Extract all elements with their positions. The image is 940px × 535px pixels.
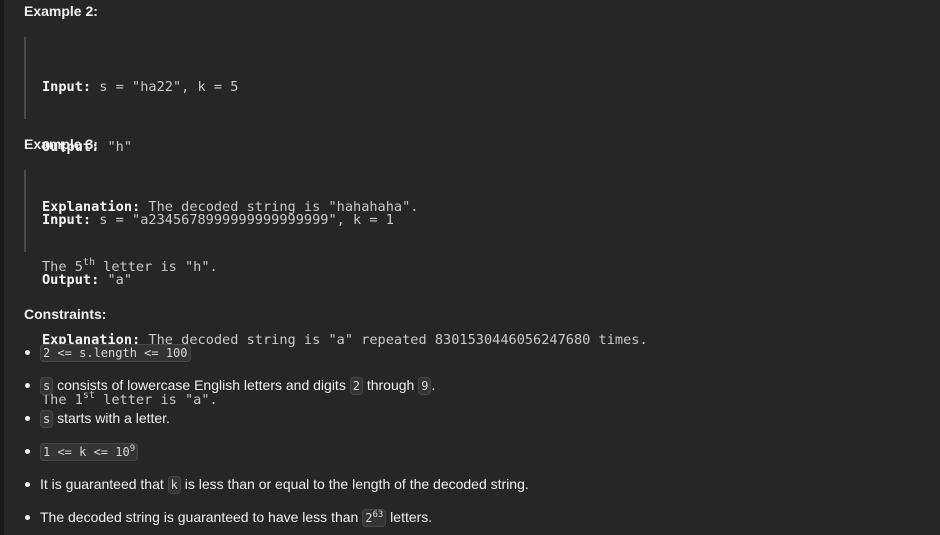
constraint-text: consists of lowercase English letters an… bbox=[53, 377, 350, 393]
constraint-text: starts with a letter. bbox=[53, 410, 170, 426]
constraints-heading: Constraints: bbox=[24, 306, 107, 322]
input-label: Input: bbox=[42, 79, 92, 95]
code-text: 1 <= k <= 10 bbox=[43, 445, 130, 459]
bullet-icon bbox=[25, 350, 30, 355]
constraint-text: The decoded string is guaranteed to have… bbox=[40, 509, 363, 525]
inline-code: 2 <= s.length <= 100 bbox=[40, 344, 191, 362]
left-divider bbox=[0, 0, 4, 535]
constraint-item: s consists of lowercase English letters … bbox=[24, 373, 529, 406]
input-label: Input: bbox=[42, 212, 92, 228]
output-label: Output: bbox=[42, 272, 100, 288]
constraint-text: is less than or equal to the length of t… bbox=[180, 476, 529, 492]
example-3-heading: Example 3: bbox=[24, 136, 98, 152]
inline-code: 1 <= k <= 109 bbox=[40, 443, 139, 461]
output-value: "h" bbox=[99, 139, 133, 155]
example-2-heading: Example 2: bbox=[24, 3, 98, 19]
constraint-text: through bbox=[362, 377, 419, 393]
inline-code: k bbox=[167, 476, 181, 494]
bullet-icon bbox=[25, 416, 30, 421]
input-value: s = "ha22", k = 5 bbox=[91, 79, 239, 95]
constraint-item: 2 <= s.length <= 100 bbox=[24, 340, 529, 373]
exponent: 63 bbox=[372, 510, 384, 520]
constraint-item: The decoded string is guaranteed to have… bbox=[24, 505, 529, 535]
bullet-icon bbox=[25, 383, 30, 388]
constraints-list: 2 <= s.length <= 100 s consists of lower… bbox=[24, 340, 529, 535]
constraint-item: It is guaranteed that k is less than or … bbox=[24, 472, 529, 505]
constraint-text: . bbox=[431, 377, 436, 393]
inline-code: 2 bbox=[349, 377, 363, 395]
input-value: s = "a2345678999999999999999", k = 1 bbox=[91, 212, 394, 228]
constraint-item: s starts with a letter. bbox=[24, 406, 529, 439]
constraint-item: 1 <= k <= 109 bbox=[24, 439, 529, 472]
constraint-text: letters. bbox=[386, 509, 433, 525]
inline-code: 263 bbox=[362, 509, 387, 527]
bullet-icon bbox=[25, 515, 30, 520]
exponent: 9 bbox=[129, 444, 136, 454]
inline-code: s bbox=[40, 410, 54, 428]
inline-code: s bbox=[40, 377, 54, 395]
example-3-block: Input: s = "a2345678999999999999999", k … bbox=[24, 170, 648, 408]
inline-code: 9 bbox=[418, 377, 432, 395]
output-value: "a" bbox=[99, 272, 133, 288]
bullet-icon bbox=[25, 482, 30, 487]
constraint-text: It is guaranteed that bbox=[40, 476, 168, 492]
example-2-block: Input: s = "ha22", k = 5 Output: "h" Exp… bbox=[24, 37, 418, 275]
bullet-icon bbox=[25, 449, 30, 454]
